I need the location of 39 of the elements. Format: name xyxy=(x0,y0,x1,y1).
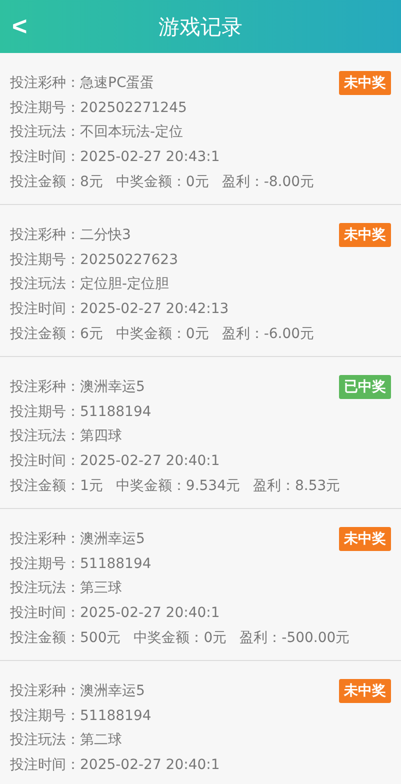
profit-amount: 盈利：-8.00元 xyxy=(222,172,314,191)
prize-amount: 中奖金额：0元 xyxy=(134,628,227,647)
play-method: 投注玩法：定位胆-定位胆 xyxy=(10,275,170,294)
status-badge: 已中奖 xyxy=(339,375,391,400)
bet-time: 投注时间：2025-02-27 20:40:1 xyxy=(10,604,220,622)
issue-number: 投注期号：51188194 xyxy=(10,402,152,421)
profit-amount: 盈利：-6.00元 xyxy=(222,324,314,343)
status-badge: 未中奖 xyxy=(339,679,391,704)
play-method: 投注玩法：第二球 xyxy=(10,731,122,750)
prize-amount: 中奖金额：0元 xyxy=(116,172,209,191)
bet-amount: 投注金额：8元 xyxy=(10,172,103,191)
status-badge: 未中奖 xyxy=(339,71,391,96)
issue-number: 投注期号：202502271245 xyxy=(10,98,187,117)
play-method: 投注玩法：第四球 xyxy=(10,427,122,446)
status-badge: 未中奖 xyxy=(339,527,391,552)
profit-amount: 盈利：-500.00元 xyxy=(240,628,350,647)
bet-amount: 投注金额：500元 xyxy=(10,628,121,647)
bet-amount: 投注金额：6元 xyxy=(10,324,103,343)
bet-time: 投注时间：2025-02-27 20:40:1 xyxy=(10,452,220,470)
lottery-type: 投注彩种：澳洲幸运5 xyxy=(10,378,145,396)
bet-amount: 投注金额：1元 xyxy=(10,476,103,495)
lottery-type: 投注彩种：二分快3 xyxy=(10,226,131,244)
page-title: 游戏记录 xyxy=(158,14,242,40)
play-method: 投注玩法：第三球 xyxy=(10,579,122,598)
bet-time: 投注时间：2025-02-27 20:42:13 xyxy=(10,300,229,318)
issue-number: 投注期号：20250227623 xyxy=(10,250,178,269)
prize-amount: 中奖金额：0元 xyxy=(116,324,209,343)
lottery-type: 投注彩种：澳洲幸运5 xyxy=(10,530,145,548)
bet-time: 投注时间：2025-02-27 20:43:1 xyxy=(10,148,220,166)
lottery-type: 投注彩种：急速PC蛋蛋 xyxy=(10,74,154,92)
issue-number: 投注期号：51188194 xyxy=(10,554,152,573)
prize-amount: 中奖金额：9.534元 xyxy=(116,476,240,495)
bet-time: 投注时间：2025-02-27 20:40:1 xyxy=(10,756,220,774)
profit-amount: 盈利：8.53元 xyxy=(253,476,340,495)
lottery-type: 投注彩种：澳洲幸运5 xyxy=(10,682,145,700)
play-method: 投注玩法：不回本玩法-定位 xyxy=(10,123,184,142)
status-badge: 未中奖 xyxy=(339,223,391,248)
back-button[interactable]: < xyxy=(6,10,34,42)
issue-number: 投注期号：51188194 xyxy=(10,706,152,725)
